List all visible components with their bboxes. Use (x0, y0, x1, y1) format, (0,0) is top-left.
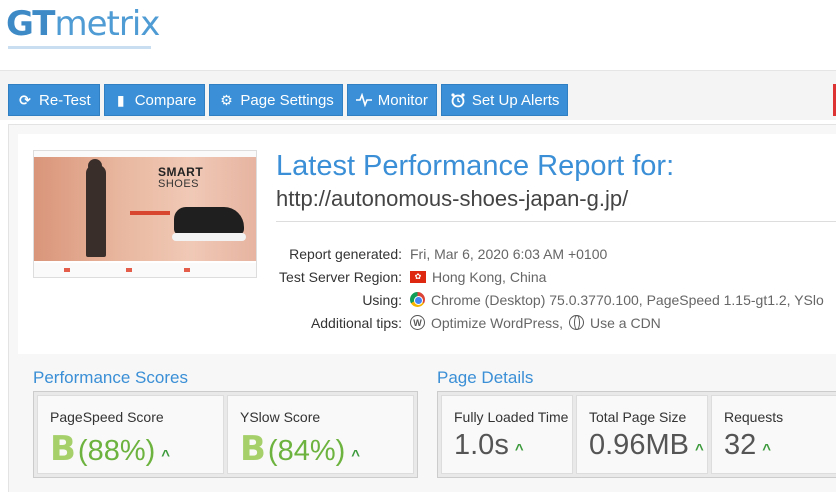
performance-scores-box: PageSpeed Score B (88%) ^ YSlow Score B … (33, 391, 418, 478)
retest-button[interactable]: ⟳ Re-Test (8, 84, 100, 116)
monitor-label: Monitor (377, 91, 428, 109)
hong-kong-flag-icon: ✿ (410, 270, 426, 283)
thumbnail-shoe (174, 207, 244, 235)
thumbnail-shoe-sole (172, 233, 246, 241)
fully-loaded-label: Fully Loaded Time (454, 409, 569, 425)
refresh-icon: ⟳ (19, 91, 31, 108)
yslow-percent: (84%) (267, 435, 346, 467)
info-row-tips: Additional tips: W Optimize WordPress, U… (260, 311, 824, 334)
set-up-alerts-button[interactable]: Set Up Alerts (440, 84, 569, 116)
globe-icon (569, 315, 584, 330)
thumbnail-footer-dot (64, 268, 70, 272)
wordpress-icon: W (410, 315, 425, 330)
pagespeed-grade: B (50, 429, 76, 469)
page-size-value: 0.96MB (589, 429, 689, 461)
thumbnail-model (86, 165, 106, 257)
tips-value-wrap: W Optimize WordPress, Use a CDN (410, 315, 661, 331)
requests-card[interactable]: Requests 32 ^ (711, 395, 836, 474)
thumbnail-headline-1: SMART (158, 165, 204, 179)
page-screenshot-thumbnail[interactable]: SMART SHOES (33, 150, 257, 278)
trend-up-icon: ^ (161, 447, 171, 464)
page-size-card[interactable]: Total Page Size 0.96MB ^ (576, 395, 708, 474)
region-label: Test Server Region: (279, 268, 402, 285)
yslow-label: YSlow Score (240, 409, 321, 425)
pagespeed-value: B (88%) ^ (50, 429, 223, 469)
compare-label: Compare (134, 91, 197, 109)
report-url[interactable]: http://autonomous-shoes-japan-g.jp/ (276, 186, 628, 212)
pagespeed-percent: (88%) (77, 435, 156, 467)
fully-loaded-card[interactable]: Fully Loaded Time 1.0s ^ (441, 395, 573, 474)
trend-up-icon: ^ (351, 447, 361, 464)
toolbar: ⟳ Re-Test ▮ Compare ⚙ Page Settings Moni… (8, 84, 569, 116)
performance-scores-heading: Performance Scores (33, 368, 188, 387)
trend-up-icon: ^ (762, 441, 772, 458)
requests-value: 32 (724, 429, 757, 461)
region-value-wrap: ✿ Hong Kong, China (410, 269, 546, 285)
info-row-region: Test Server Region: ✿ Hong Kong, China (260, 265, 824, 288)
yslow-grade: B (240, 429, 266, 469)
page-details-box: Fully Loaded Time 1.0s ^ Total Page Size… (437, 391, 836, 478)
monitor-button[interactable]: Monitor (346, 84, 437, 116)
using-value: Chrome (Desktop) 75.0.3770.100, PageSpee… (431, 291, 824, 308)
chrome-icon (410, 292, 425, 307)
document-icon: ▮ (116, 91, 125, 108)
using-value-wrap: Chrome (Desktop) 75.0.3770.100, PageSpee… (410, 292, 824, 308)
thumbnail-accent (130, 211, 170, 215)
fully-loaded-value: 1.0s (454, 429, 509, 461)
trend-up-icon: ^ (514, 441, 524, 458)
trend-up-icon: ^ (694, 441, 704, 458)
info-row-generated: Report generated: Fri, Mar 6, 2020 6:03 … (260, 242, 824, 265)
generated-value: Fri, Mar 6, 2020 6:03 AM +0100 (410, 245, 608, 262)
page-settings-button[interactable]: ⚙ Page Settings (209, 84, 343, 116)
requests-label: Requests (724, 409, 784, 425)
logo-underline (8, 46, 151, 49)
region-value: Hong Kong, China (432, 268, 547, 285)
url-divider (276, 221, 836, 222)
tip-optimize-wordpress[interactable]: Optimize WordPress, (431, 315, 563, 331)
page-details-heading: Page Details (437, 368, 534, 387)
pagespeed-label: PageSpeed Score (50, 409, 164, 425)
fully-loaded-value-wrap: 1.0s ^ (454, 429, 572, 462)
yslow-score-card[interactable]: YSlow Score B (84%) ^ (227, 395, 414, 474)
thumbnail-topbar (34, 151, 256, 157)
alarm-clock-icon (450, 92, 466, 108)
pulse-icon (355, 92, 372, 108)
set-up-alerts-label: Set Up Alerts (471, 91, 560, 109)
logo-gt: GT (6, 4, 56, 44)
pagespeed-score-card[interactable]: PageSpeed Score B (88%) ^ (37, 395, 224, 474)
page-size-value-wrap: 0.96MB ^ (589, 429, 707, 462)
tip-use-cdn[interactable]: Use a CDN (590, 315, 661, 331)
report-title: Latest Performance Report for: (276, 150, 675, 182)
compare-button[interactable]: ▮ Compare (103, 84, 206, 116)
thumbnail-footer-dot (184, 268, 190, 272)
yslow-value: B (84%) ^ (240, 429, 413, 469)
using-label: Using: (362, 291, 402, 308)
info-row-using: Using: Chrome (Desktop) 75.0.3770.100, P… (260, 288, 824, 311)
tips-label: Additional tips: (310, 314, 402, 331)
requests-value-wrap: 32 ^ (724, 429, 836, 462)
report-info: Report generated: Fri, Mar 6, 2020 6:03 … (260, 242, 824, 334)
generated-label: Report generated: (289, 245, 402, 262)
thumbnail-headline-2: SHOES (158, 178, 200, 190)
retest-label: Re-Test (39, 91, 91, 109)
page-settings-label: Page Settings (240, 91, 334, 109)
gear-icon: ⚙ (220, 91, 233, 108)
page-size-label: Total Page Size (589, 409, 687, 425)
gtmetrix-logo[interactable]: GTmetrix (6, 4, 161, 44)
logo-metrix: metrix (54, 4, 161, 44)
thumbnail-footer-dot (126, 268, 132, 272)
